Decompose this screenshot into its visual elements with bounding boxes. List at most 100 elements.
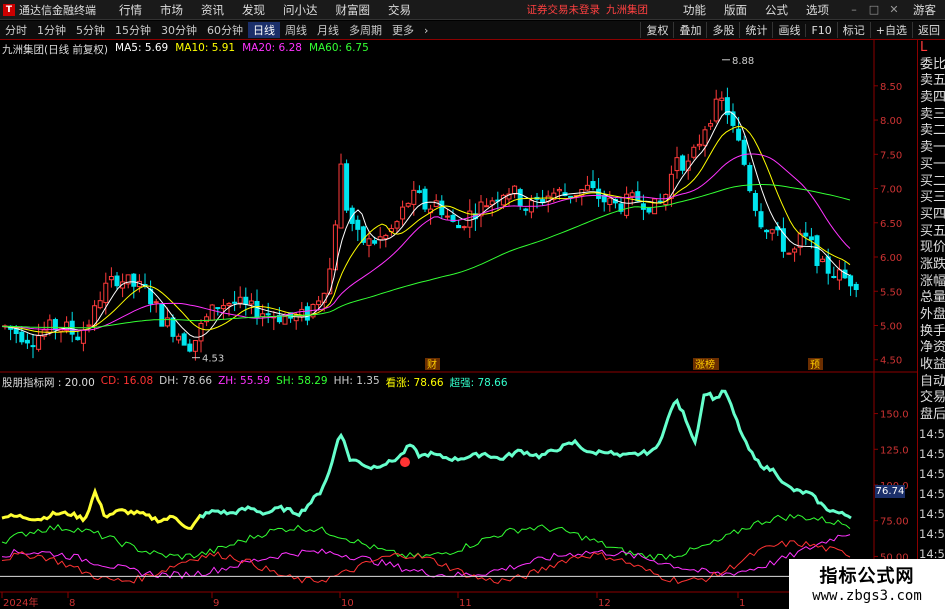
candle-body xyxy=(86,324,92,327)
candle-body xyxy=(220,305,226,310)
period-1min[interactable]: 1分钟 xyxy=(32,22,71,38)
candle-body xyxy=(808,236,814,241)
mark-button[interactable]: 标记 xyxy=(836,22,870,38)
maximize-icon[interactable]: □ xyxy=(864,2,884,18)
period-monthly[interactable]: 月线 xyxy=(312,22,344,38)
trade-time: 14:56 xyxy=(919,526,945,541)
period-5min[interactable]: 5分钟 xyxy=(71,22,110,38)
candle-body xyxy=(181,333,187,346)
candle-body xyxy=(814,235,820,266)
y-tick-label: 5.00 xyxy=(880,321,902,332)
candle-body xyxy=(372,240,378,244)
main-chart-legend: 九洲集团(日线 前复权) MA5: 5.69 MA10: 5.91 MA20: … xyxy=(2,42,369,57)
draw-line-button[interactable]: 画线 xyxy=(772,22,805,38)
candle-body xyxy=(30,345,36,348)
menu-trade[interactable]: 交易 xyxy=(379,2,420,18)
multi-stock-button[interactable]: 多股 xyxy=(706,22,739,38)
menu-options[interactable]: 选项 xyxy=(797,2,838,18)
panel-item: 外盘 xyxy=(920,307,945,322)
period-15min[interactable]: 15分钟 xyxy=(110,22,156,38)
candle-body xyxy=(512,185,518,195)
after-hours-label[interactable]: 盘后 xyxy=(918,407,945,424)
minimize-icon[interactable]: – xyxy=(844,2,864,18)
candle-body xyxy=(764,229,770,233)
candle-body xyxy=(680,155,686,171)
kline-chart[interactable]: 8.50 8.00 7.50 7.00 6.50 6.00 5.50 5.00 4.50 150.… xyxy=(0,40,917,609)
ma20-label: MA20: 6.28 xyxy=(242,42,302,54)
candle-body xyxy=(226,303,232,306)
guest-label[interactable]: 游客 xyxy=(904,2,945,18)
indicator-name[interactable]: 股朋指标网 : 20.00 xyxy=(2,375,95,390)
period-daily[interactable]: 日线 xyxy=(248,22,280,38)
back-button[interactable]: 返回 xyxy=(912,22,945,38)
panel-item: 卖四 xyxy=(920,90,945,106)
menu-layout[interactable]: 版面 xyxy=(715,2,756,18)
period-more[interactable]: 更多 xyxy=(387,22,419,38)
candle-body xyxy=(556,188,562,192)
watermark-title: 指标公式网 xyxy=(819,566,915,587)
panel-item: 委比 xyxy=(920,56,945,72)
candle-body xyxy=(47,319,53,334)
right-quote-panel: L 委比 卖五 卖四 卖三 卖二 卖一 买一 买二 买三 买四 买五 现价 涨跌… xyxy=(917,40,945,609)
indicator-current-value: 76.74 xyxy=(875,485,905,498)
moving-averages xyxy=(1,111,851,338)
chevron-right-icon[interactable]: › xyxy=(419,24,433,37)
panel-item: 卖一 xyxy=(920,140,945,156)
menu-formula[interactable]: 公式 xyxy=(756,2,797,18)
candle-body xyxy=(304,306,310,321)
period-60min[interactable]: 60分钟 xyxy=(202,22,248,38)
close-icon[interactable]: ✕ xyxy=(884,2,904,18)
restore-right-button[interactable]: 复权 xyxy=(640,22,673,38)
period-30min[interactable]: 30分钟 xyxy=(156,22,202,38)
statistics-button[interactable]: 统计 xyxy=(739,22,772,38)
candle-body xyxy=(607,197,613,205)
add-watchlist-button[interactable]: +自选 xyxy=(869,22,912,38)
cd-value: CD: 16.08 xyxy=(100,375,154,387)
candle-body xyxy=(36,335,42,350)
candle-body xyxy=(444,215,450,218)
f10-button[interactable]: F10 xyxy=(805,23,836,37)
menu-news[interactable]: 资讯 xyxy=(192,2,233,18)
menu-ask[interactable]: 问小达 xyxy=(274,2,327,18)
candle-body xyxy=(411,189,417,205)
panel-item: 涨跌 xyxy=(920,256,945,272)
candle-body xyxy=(97,300,103,309)
menu-market[interactable]: 市场 xyxy=(151,2,192,18)
indicator-tick-label: 125.0 xyxy=(880,445,909,456)
candle-body xyxy=(198,322,204,342)
candle-body xyxy=(103,282,109,304)
period-timeshare[interactable]: 分时 xyxy=(0,22,32,38)
ma5-label: MA5: 5.69 xyxy=(115,42,169,54)
overlay-button[interactable]: 叠加 xyxy=(673,22,706,38)
period-multi[interactable]: 多周期 xyxy=(344,22,387,38)
candle-body xyxy=(19,331,25,343)
menu-function[interactable]: 功能 xyxy=(674,2,715,18)
candle-body xyxy=(484,205,490,208)
menu-wealth[interactable]: 财富圈 xyxy=(327,2,380,18)
menu-discover[interactable]: 发现 xyxy=(233,2,274,18)
candle-body xyxy=(187,343,193,352)
trade-time: 14:56 xyxy=(919,426,945,441)
menu-quotes[interactable]: 行情 xyxy=(110,2,151,18)
stock-label[interactable]: 九洲集团(日线 前复权) xyxy=(2,42,108,57)
login-status[interactable]: 证券交易未登录 xyxy=(527,2,601,17)
y-tick-label: 6.00 xyxy=(880,253,902,264)
auto-trade-label[interactable]: 自动 xyxy=(918,374,945,391)
candle-body xyxy=(422,188,428,210)
candle-body xyxy=(848,275,854,287)
panel-header[interactable]: L xyxy=(918,40,945,57)
trade-label[interactable]: 交易 xyxy=(918,390,945,407)
ma20-line xyxy=(1,153,851,331)
candle-body xyxy=(713,98,719,122)
y-tick-label: 5.50 xyxy=(880,287,902,298)
y-tick-label: 6.50 xyxy=(880,219,902,230)
indicator-lines xyxy=(0,389,852,585)
y-tick-label: 8.50 xyxy=(880,82,902,93)
candle-body xyxy=(159,303,165,327)
candle-body xyxy=(282,316,288,325)
candle-body xyxy=(803,232,809,237)
candle-body xyxy=(383,234,389,240)
candle-body xyxy=(344,163,350,211)
candle-body xyxy=(416,190,422,193)
period-weekly[interactable]: 周线 xyxy=(280,22,312,38)
